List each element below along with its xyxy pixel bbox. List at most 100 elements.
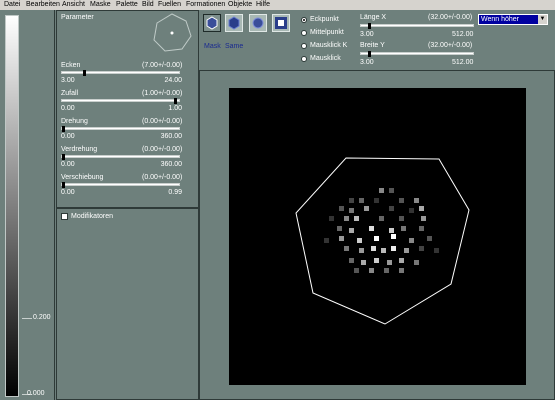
- breite-y-value: (32.00+/-0.00): [428, 42, 473, 49]
- pixel-cell: [361, 260, 366, 265]
- verdrehung-slider[interactable]: [61, 154, 180, 160]
- ecken-slider[interactable]: [61, 70, 180, 76]
- shape-square-button[interactable]: [272, 14, 290, 32]
- same-toggle[interactable]: Same: [225, 43, 243, 51]
- zufall-slider-thumb[interactable]: [174, 98, 177, 104]
- pixel-cell: [337, 226, 342, 231]
- ecken-max: 24.00: [164, 77, 182, 84]
- breite-y-min: 3.00: [360, 59, 374, 66]
- menu-fuellen[interactable]: Fuellen: [158, 0, 181, 10]
- ecken-slider-thumb[interactable]: [83, 70, 86, 76]
- pixel-cell: [401, 226, 406, 231]
- verschiebung-max: 0.99: [168, 189, 182, 196]
- pixel-cell: [399, 258, 404, 263]
- menu-maske[interactable]: Maske: [90, 0, 111, 10]
- verschiebung-label: Verschiebung: [61, 174, 104, 181]
- modifiers-label: Modifikatoren: [71, 213, 114, 220]
- pixel-cell: [369, 268, 374, 273]
- drehung-min: 0.00: [61, 133, 75, 140]
- pixel-cell: [409, 238, 414, 243]
- pixel-cell: [339, 206, 344, 211]
- radio-mausklick-label: Mausklick: [310, 55, 341, 62]
- shape-hexagon-filled-button[interactable]: [225, 14, 243, 32]
- menu-hilfe[interactable]: Hilfe: [256, 0, 270, 10]
- radio-eckpunkt-label: Eckpunkt: [310, 16, 339, 23]
- shape-circle-button[interactable]: [249, 14, 267, 32]
- mask-toggle[interactable]: Mask: [204, 43, 221, 51]
- breite-y-label: Breite Y: [360, 42, 385, 49]
- pixel-cell: [374, 236, 379, 241]
- pixel-cell: [384, 268, 389, 273]
- modifiers-checkbox[interactable]: [61, 213, 68, 220]
- chevron-down-icon[interactable]: ▼: [538, 15, 547, 24]
- radio-mittelpunkt-label: Mittelpunkt: [310, 29, 344, 36]
- pixel-cell: [349, 208, 354, 213]
- drawing-canvas[interactable]: [229, 88, 526, 385]
- pixel-cell: [339, 236, 344, 241]
- pixel-cell: [399, 198, 404, 203]
- breite-y-slider[interactable]: [360, 51, 474, 57]
- drehung-slider[interactable]: [61, 126, 180, 132]
- pixel-cell: [374, 198, 379, 203]
- radio-mausklick[interactable]: [301, 56, 307, 62]
- menu-formationen[interactable]: Formationen: [186, 0, 225, 10]
- shape-hexagon-outline-button[interactable]: [203, 14, 221, 32]
- blend-mode-value: Wenn höher: [481, 16, 520, 23]
- pixel-cell: [389, 206, 394, 211]
- menu-palette[interactable]: Palette: [116, 0, 138, 10]
- radio-eckpunkt[interactable]: [301, 17, 307, 23]
- pixel-cell: [389, 188, 394, 193]
- pixel-cell: [354, 268, 359, 273]
- pixel-cell: [344, 246, 349, 251]
- pixel-cell: [364, 206, 369, 211]
- pixel-cell: [419, 206, 424, 211]
- pixel-cell: [399, 216, 404, 221]
- verdrehung-slider-thumb[interactable]: [62, 154, 65, 160]
- pixel-cell: [389, 228, 394, 233]
- pixel-cell: [419, 246, 424, 251]
- pixel-cell: [359, 198, 364, 203]
- laenge-x-slider-thumb[interactable]: [368, 23, 371, 29]
- menu-datei[interactable]: Datei: [4, 0, 20, 10]
- pixel-cell: [409, 208, 414, 213]
- pixel-cell: [354, 216, 359, 221]
- radio-mausklick-k[interactable]: [301, 43, 307, 49]
- pixel-cell: [404, 248, 409, 253]
- pixel-cell: [369, 226, 374, 231]
- square-glow-icon: [275, 17, 287, 29]
- radio-mittelpunkt[interactable]: [301, 30, 307, 36]
- ecken-min: 3.00: [61, 77, 75, 84]
- pixel-cell: [421, 216, 426, 221]
- pixel-cell: [399, 268, 404, 273]
- pixel-cell: [414, 198, 419, 203]
- zufall-min: 0.00: [61, 105, 75, 112]
- laenge-x-max: 512.00: [452, 31, 474, 38]
- zufall-slider[interactable]: [61, 98, 180, 104]
- menu-objekte[interactable]: Objekte: [228, 0, 252, 10]
- verdrehung-max: 360.00: [160, 161, 182, 168]
- drehung-value: (0.00+/-0.00): [142, 118, 183, 125]
- verdrehung-min: 0.00: [61, 161, 75, 168]
- verschiebung-slider-thumb[interactable]: [62, 182, 65, 188]
- verschiebung-slider[interactable]: [61, 182, 180, 188]
- menu-bearbeiten[interactable]: Bearbeiten: [26, 0, 60, 10]
- shape-preview: [153, 13, 192, 52]
- pixel-cell: [391, 234, 396, 239]
- pixel-cell: [379, 188, 384, 193]
- pixel-cell: [349, 198, 354, 203]
- menu-bild[interactable]: Bild: [142, 0, 154, 10]
- pixel-cell: [414, 260, 419, 265]
- radio-mausklick-k-label: Mausklick K: [310, 42, 348, 49]
- pixel-cell: [371, 246, 376, 251]
- breite-y-slider-thumb[interactable]: [368, 51, 371, 57]
- verdrehung-value: (0.00+/-0.00): [142, 146, 183, 153]
- drehung-slider-thumb[interactable]: [62, 126, 65, 132]
- menu-bar: Datei Bearbeiten Ansicht Maske Palette B…: [0, 0, 555, 10]
- laenge-x-slider[interactable]: [360, 23, 474, 29]
- zufall-value: (1.00+/-0.00): [142, 90, 183, 97]
- menu-ansicht[interactable]: Ansicht: [62, 0, 85, 10]
- laenge-x-min: 3.00: [360, 31, 374, 38]
- gradient-bar[interactable]: [5, 15, 19, 397]
- modifier-panel: [56, 208, 199, 400]
- pixel-cell: [349, 228, 354, 233]
